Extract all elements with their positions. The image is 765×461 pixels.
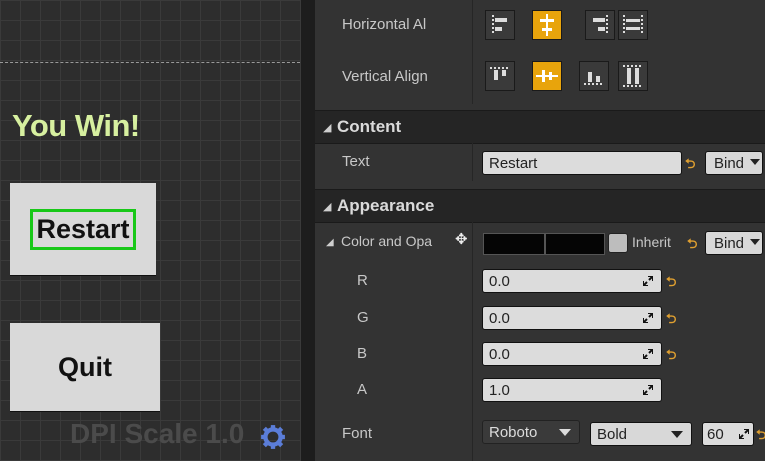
color-bind-button[interactable]: Bind (705, 231, 763, 255)
content-section-header[interactable]: ◢ Content (315, 110, 765, 144)
inherit-label: Inherit (632, 234, 671, 250)
column-separator (472, 0, 473, 104)
text-bind-button[interactable]: Bind (705, 151, 763, 175)
restart-button-label: Restart (30, 208, 136, 250)
text-property-input[interactable]: Restart (482, 151, 682, 175)
reset-arrow-icon[interactable]: ⮌ (666, 346, 676, 368)
dpi-scale-label: DPI Scale 1.0 (70, 418, 245, 449)
channel-b-input[interactable]: 0.0 (482, 342, 662, 366)
color-swatch-alpha[interactable] (545, 233, 605, 255)
appearance-section-header[interactable]: ◢ Appearance (315, 189, 765, 223)
align-top-icon (490, 67, 510, 80)
column-separator (472, 222, 473, 461)
reset-arrow-icon[interactable]: ⮌ (756, 426, 765, 448)
font-size-input[interactable]: 60 (702, 422, 754, 446)
font-size-value: 60 (707, 426, 724, 443)
reset-arrow-icon[interactable]: ⮌ (685, 155, 695, 177)
quit-button-widget[interactable]: Quit (10, 323, 160, 411)
designer-viewport[interactable]: You Win! Restart Quit DPI Scale 1.0 (0, 0, 300, 461)
align-fill-vertical-button[interactable] (618, 61, 648, 91)
vertical-alignment-label: Vertical Align (342, 68, 428, 85)
drag-resize-icon (643, 385, 653, 395)
align-bottom-icon (584, 72, 604, 85)
reset-arrow-icon[interactable]: ⮌ (666, 273, 676, 295)
drag-resize-icon (643, 313, 653, 323)
drag-resize-icon (739, 429, 749, 439)
font-label: Font (342, 425, 373, 442)
chevron-down-icon (671, 431, 683, 438)
expand-arrow-icon[interactable]: ◢ (326, 237, 334, 248)
you-win-text[interactable]: You Win! (12, 108, 140, 144)
channel-a-value: 1.0 (489, 382, 510, 399)
align-center-icon (540, 14, 554, 36)
gear-icon[interactable] (260, 424, 286, 450)
quit-button-label: Quit (58, 351, 112, 382)
font-style-value: Bold (597, 426, 628, 443)
align-right-icon (593, 15, 608, 35)
restart-button-widget[interactable]: Restart (10, 183, 156, 275)
channel-b-label: B (357, 345, 368, 362)
column-separator (472, 143, 473, 181)
align-bottom-button[interactable] (579, 61, 609, 91)
bind-label: Bind (714, 235, 745, 252)
channel-a-label: A (357, 381, 368, 398)
collapse-arrow-icon: ◢ (323, 201, 332, 213)
align-middle-button[interactable] (532, 61, 562, 91)
align-left-icon (492, 15, 507, 35)
chevron-down-icon (750, 159, 760, 165)
fill-horizontal-icon (623, 15, 643, 35)
reset-arrow-icon[interactable]: ⮌ (687, 235, 697, 257)
color-opacity-label: Color and Opa (341, 233, 433, 249)
fill-vertical-icon (623, 65, 643, 87)
align-left-button[interactable] (485, 10, 515, 40)
bind-label: Bind (714, 155, 745, 172)
content-section-title: Content (337, 117, 402, 136)
align-fill-horizontal-button[interactable] (618, 10, 648, 40)
chevron-down-icon (559, 429, 571, 436)
details-panel: Horizontal Al Vertical Align ◢ Content T… (315, 0, 765, 461)
panel-splitter[interactable] (300, 0, 315, 461)
align-middle-icon (536, 70, 558, 82)
channel-b-value: 0.0 (489, 346, 510, 363)
channel-r-label: R (357, 272, 368, 289)
font-family-value: Roboto (489, 424, 538, 441)
color-swatch-rgb[interactable] (483, 233, 545, 255)
eyedropper-icon[interactable]: ✥ (455, 230, 468, 248)
font-family-dropdown[interactable]: Roboto (482, 420, 580, 444)
align-top-button[interactable] (485, 61, 515, 91)
channel-r-input[interactable]: 0.0 (482, 269, 662, 293)
text-property-label: Text (342, 153, 370, 170)
inherit-checkbox[interactable] (608, 233, 628, 253)
appearance-section-title: Appearance (337, 196, 435, 215)
drag-resize-icon (643, 349, 653, 359)
channel-g-value: 0.0 (489, 310, 510, 327)
font-style-dropdown[interactable]: Bold (590, 422, 692, 446)
channel-a-input[interactable]: 1.0 (482, 378, 662, 402)
align-center-button[interactable] (532, 10, 562, 40)
horizontal-alignment-label: Horizontal Al (342, 16, 427, 33)
align-right-button[interactable] (585, 10, 615, 40)
drag-resize-icon (643, 276, 653, 286)
channel-r-value: 0.0 (489, 273, 510, 290)
canvas-boundary-line (0, 62, 300, 63)
chevron-down-icon (750, 239, 760, 245)
collapse-arrow-icon: ◢ (323, 122, 332, 134)
channel-g-input[interactable]: 0.0 (482, 306, 662, 330)
channel-g-label: G (357, 309, 369, 326)
reset-arrow-icon[interactable]: ⮌ (666, 310, 676, 332)
